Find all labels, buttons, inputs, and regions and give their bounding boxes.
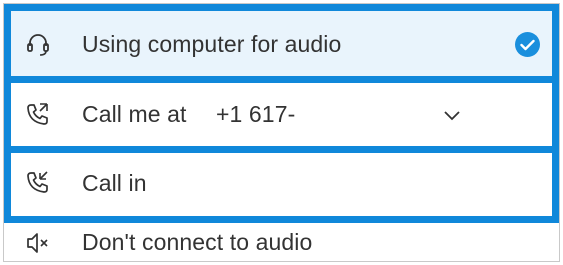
highlight-box-1 <box>4 4 559 83</box>
highlight-box-3 <box>4 146 559 223</box>
highlight-box-2 <box>4 76 559 153</box>
speaker-mute-icon <box>27 233 48 253</box>
option-label: Don't connect to audio <box>82 229 313 255</box>
option-dont-connect-audio[interactable]: Don't connect to audio <box>11 223 552 261</box>
audio-options-panel: Using computer for audio Call me at +1 6… <box>3 3 560 262</box>
